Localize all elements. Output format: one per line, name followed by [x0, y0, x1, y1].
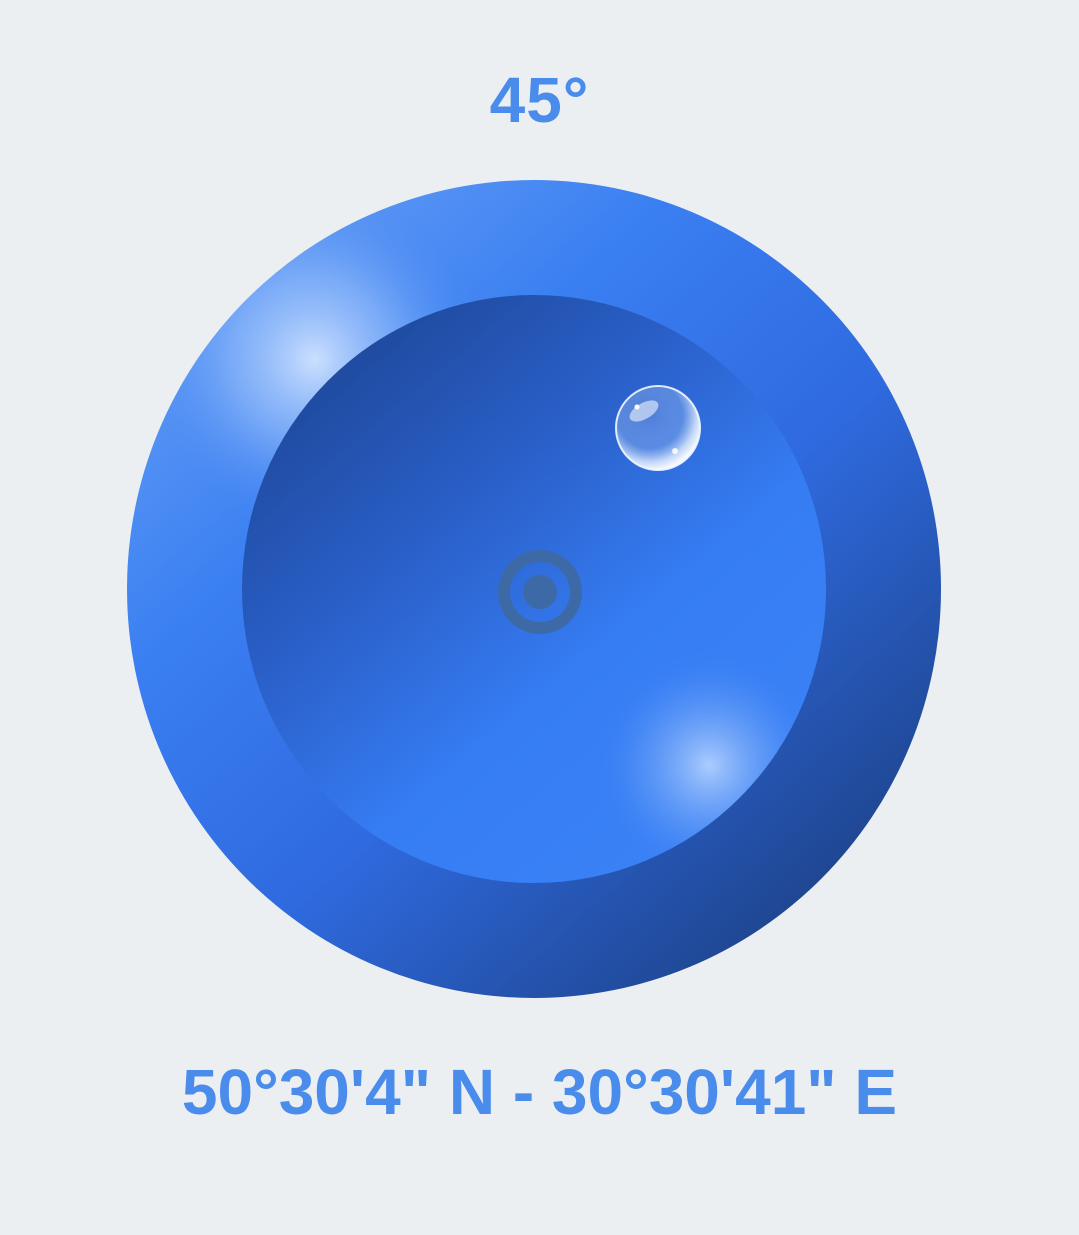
angle-readout: 45° — [489, 64, 590, 136]
bubble-level-dial — [127, 180, 942, 998]
coordinates-readout: 50°30'4" N - 30°30'41" E — [181, 1056, 898, 1128]
bubble-icon — [615, 385, 701, 471]
